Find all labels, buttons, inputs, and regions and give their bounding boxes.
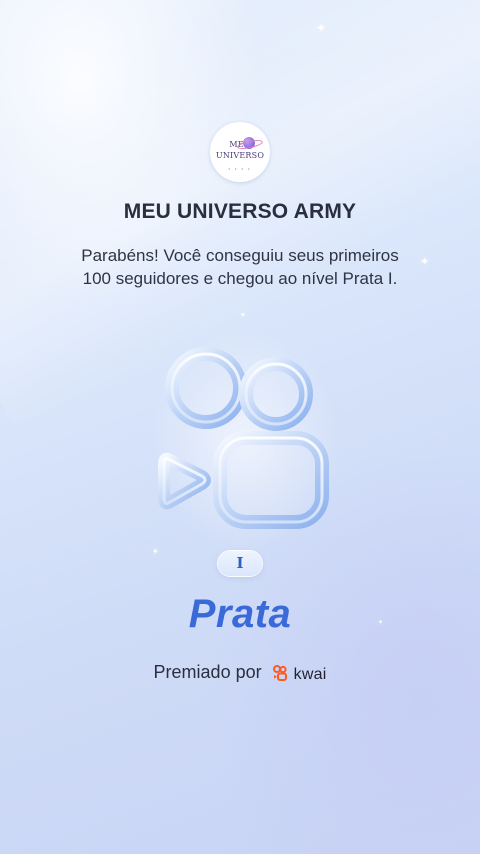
brand-name: kwai bbox=[293, 665, 327, 683]
rank-title: Prata bbox=[188, 592, 292, 636]
avatar-dots: • • • • bbox=[228, 166, 252, 171]
awarded-by-label: Premiado por bbox=[153, 662, 262, 682]
award-screen: ✦ ✦ ✦ ✦ ✦ MEU UNIVERSO • • • • MEU UNIVE… bbox=[0, 0, 480, 854]
brand[interactable]: kwai bbox=[272, 663, 327, 684]
kwai-logo-icon bbox=[272, 664, 287, 681]
level-badge: I bbox=[218, 551, 262, 576]
sparkle-icon: ✦ bbox=[316, 21, 327, 35]
message-line-1: Parabéns! Você conseguiu seus primeiros bbox=[81, 246, 399, 265]
avatar[interactable]: MEU UNIVERSO • • • • bbox=[210, 122, 270, 182]
sparkle-icon: ✦ bbox=[240, 311, 246, 319]
congratulations-message: Parabéns! Você conseguiu seus primeiros … bbox=[50, 244, 430, 290]
profile-name: MEU UNIVERSO ARMY bbox=[123, 200, 357, 223]
awarded-by: Premiado por kwai bbox=[0, 662, 480, 684]
message-line-2: 100 seguidores e chegou ao nível Prata I… bbox=[82, 269, 398, 288]
kwai-camera-badge-icon bbox=[150, 330, 340, 550]
avatar-text-line2: UNIVERSO bbox=[215, 151, 265, 160]
